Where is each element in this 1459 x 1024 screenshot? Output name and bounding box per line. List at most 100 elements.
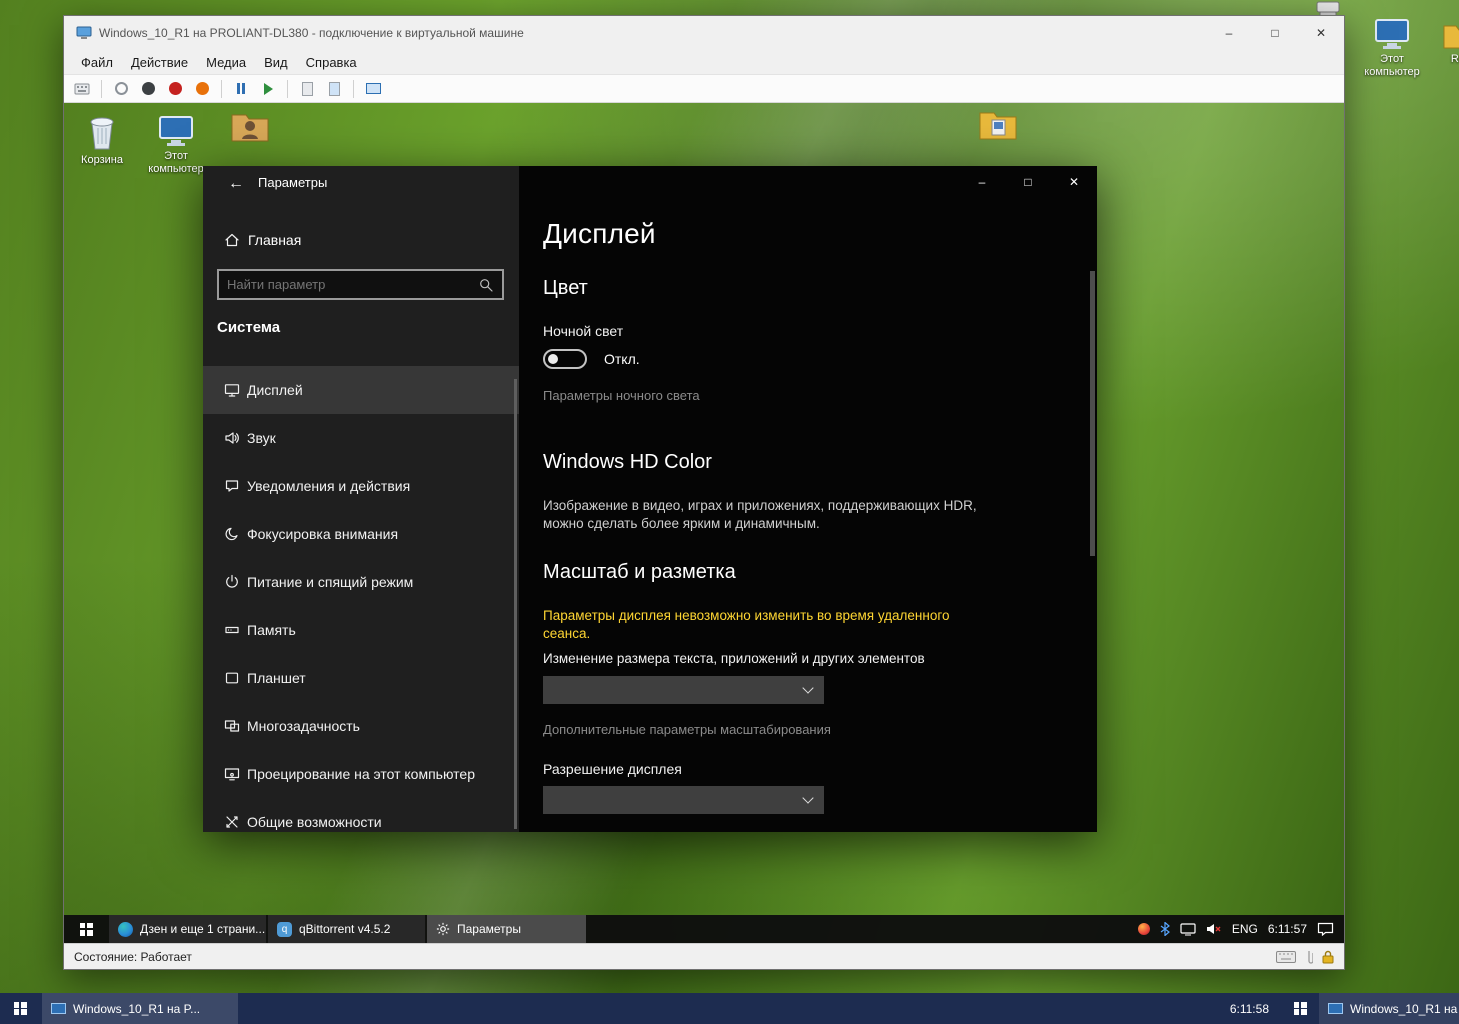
vm-desktop-icon-folder[interactable] [960,107,1036,144]
tablet-icon [224,670,240,686]
computer-icon [157,115,195,147]
start-vm-icon[interactable] [113,81,129,97]
sidebar-item-focus-assist[interactable]: Фокусировка внимания [203,510,519,558]
scale-dropdown[interactable] [543,676,824,704]
sidebar-item-power-sleep[interactable]: Питание и спящий режим [203,558,519,606]
host-desktop-icon-this-pc[interactable]: Этот компьютер [1352,18,1432,79]
sidebar-item-projecting[interactable]: Проецирование на этот компьютер [203,750,519,798]
sidebar-item-notifications[interactable]: Уведомления и действия [203,462,519,510]
back-button[interactable]: ← [219,172,253,196]
shutdown-vm-icon[interactable] [167,81,183,97]
home-icon [224,232,240,248]
sidebar-item-home[interactable]: Главная [224,224,301,256]
toolbar-separator [287,80,288,98]
vm-display: Корзина Этот компьютер [64,103,1344,943]
tray-app-icon[interactable] [1138,923,1150,935]
revert-checkpoint-icon[interactable] [326,81,342,97]
save-vm-icon[interactable] [194,81,210,97]
minimize-button[interactable]: – [1206,16,1252,50]
sidebar-item-label: Уведомления и действия [247,478,410,494]
sidebar-item-label: Фокусировка внимания [247,526,398,542]
vmconnect-menubar: Файл Действие Медиа Вид Справка [64,50,1344,75]
settings-maximize-button[interactable]: □ [1005,166,1051,198]
language-indicator[interactable]: ENG [1232,922,1258,936]
advanced-scaling-link[interactable]: Дополнительные параметры масштабирования [543,722,831,737]
maximize-button[interactable]: □ [1252,16,1298,50]
folder-icon [1442,20,1459,50]
vm-task-browser[interactable]: Дзен и еще 1 страни... [109,915,266,943]
vm-start-button[interactable] [64,915,108,943]
sidebar-item-storage[interactable]: Память [203,606,519,654]
vm-desktop-icon-recycle-bin[interactable]: Корзина [64,113,140,167]
menu-file[interactable]: Файл [72,50,122,75]
host-taskbar: Windows_10_R1 на P... 6:11:58 Windows_10… [0,993,1459,1024]
sidebar-item-sound[interactable]: Звук [203,414,519,462]
vmconnect-statusbar: Состояние: Работает [64,943,1344,969]
vm-status-text: Состояние: Работает [74,950,192,964]
action-center-icon[interactable] [1317,922,1334,936]
enhanced-session-icon[interactable] [365,81,381,97]
power-icon [224,574,240,590]
sidebar-item-multitasking[interactable]: Многозадачность [203,702,519,750]
settings-search-box[interactable] [217,269,504,300]
desktop-icon-label: Rop [1451,53,1459,65]
window-title: Windows_10_R1 на PROLIANT-DL380 - подклю… [99,26,1206,40]
sidebar-item-label: Питание и спящий режим [247,574,413,590]
windows-logo-icon [1294,1002,1307,1015]
desktop-icon-label: Корзина [81,154,123,166]
vm-display-tray-icon[interactable] [1180,923,1196,936]
night-light-toggle[interactable] [543,349,587,369]
vm-task-qbittorrent[interactable]: q qBittorrent v4.5.2 [268,915,425,943]
sidebar-item-shared-experiences[interactable]: Общие возможности [203,798,519,846]
vmconnect-task-icon [51,1003,66,1014]
computer-icon [1373,18,1411,50]
scale-section-heading: Масштаб и разметка [543,561,736,584]
gear-icon [436,922,450,936]
close-button[interactable]: ✕ [1298,16,1344,50]
search-input[interactable] [219,277,478,292]
sidebar-item-label: Дисплей [247,382,303,398]
sidebar-scrollbar[interactable] [514,379,517,829]
turnoff-vm-icon[interactable] [140,81,156,97]
reset-vm-icon[interactable] [260,81,276,97]
host-clock[interactable]: 6:11:58 [1216,993,1283,1024]
host-start-button[interactable] [0,993,40,1024]
keyboard-status-icon [1276,951,1296,963]
vmconnect-titlebar[interactable]: Windows_10_R1 на PROLIANT-DL380 - подклю… [64,16,1344,50]
edge-icon [118,922,133,937]
vmconnect-app-icon [76,26,92,40]
ctrl-alt-del-icon[interactable] [74,81,90,97]
settings-close-button[interactable]: ✕ [1051,166,1097,198]
host-desktop-icon-clipped[interactable]: Rop [1426,20,1459,66]
bluetooth-icon[interactable] [1160,922,1170,936]
volume-muted-icon[interactable] [1206,922,1222,936]
night-light-settings-link[interactable]: Параметры ночного света [543,388,700,403]
hdr-section-heading: Windows HD Color [543,451,712,474]
vm-clock[interactable]: 6:11:57 [1268,922,1307,936]
clip-status-icon [1305,950,1313,964]
search-icon[interactable] [478,277,494,293]
sidebar-item-label: Общие возможности [247,814,382,830]
menu-help[interactable]: Справка [297,50,366,75]
host-secondary-start-button[interactable] [1283,993,1317,1024]
notifications-icon [224,478,240,494]
menu-view[interactable]: Вид [255,50,297,75]
resolution-dropdown[interactable] [543,786,824,814]
scale-dropdown-label: Изменение размера текста, приложений и д… [543,651,925,666]
settings-minimize-button[interactable]: – [959,166,1005,198]
settings-scrollbar[interactable] [1090,271,1095,556]
sidebar-item-tablet[interactable]: Планшет [203,654,519,702]
sidebar-item-display[interactable]: Дисплей [203,366,519,414]
checkpoint-icon[interactable] [299,81,315,97]
menu-action[interactable]: Действие [122,50,197,75]
host-task-vmconnect[interactable]: Windows_10_R1 на P... [42,993,238,1024]
host-task-vmconnect-secondary[interactable]: Windows_10_R1 на P... [1319,993,1459,1024]
vm-task-settings[interactable]: Параметры [427,915,586,943]
vm-desktop-icon-user-folder[interactable] [212,109,288,146]
task-label: Windows_10_R1 на P... [1350,1002,1459,1016]
moon-icon [224,526,240,542]
sidebar-item-label: Память [247,622,296,638]
vm-taskbar: Дзен и еще 1 страни... q qBittorrent v4.… [64,915,1344,943]
menu-media[interactable]: Медиа [197,50,255,75]
pause-vm-icon[interactable] [233,81,249,97]
